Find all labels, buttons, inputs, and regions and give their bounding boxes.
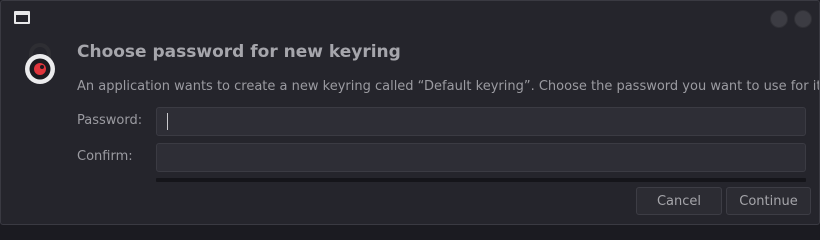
dialog-message: An application wants to create a new key…	[77, 79, 820, 94]
dialog-heading: Choose password for new keyring	[77, 42, 401, 62]
password-label: Password:	[77, 113, 143, 128]
window-icon	[14, 11, 30, 24]
close-button[interactable]	[794, 10, 812, 28]
confirm-field[interactable]	[156, 143, 806, 172]
minimize-button[interactable]	[770, 10, 788, 28]
continue-button[interactable]: Continue	[726, 187, 811, 215]
password-strength-bar	[156, 178, 806, 182]
password-field[interactable]	[156, 107, 806, 136]
text-caret	[167, 113, 168, 130]
keyring-dialog: Choose password for new keyring An appli…	[0, 0, 820, 225]
cancel-button[interactable]: Cancel	[636, 187, 722, 215]
lock-icon	[25, 43, 55, 84]
confirm-label: Confirm:	[77, 149, 133, 164]
